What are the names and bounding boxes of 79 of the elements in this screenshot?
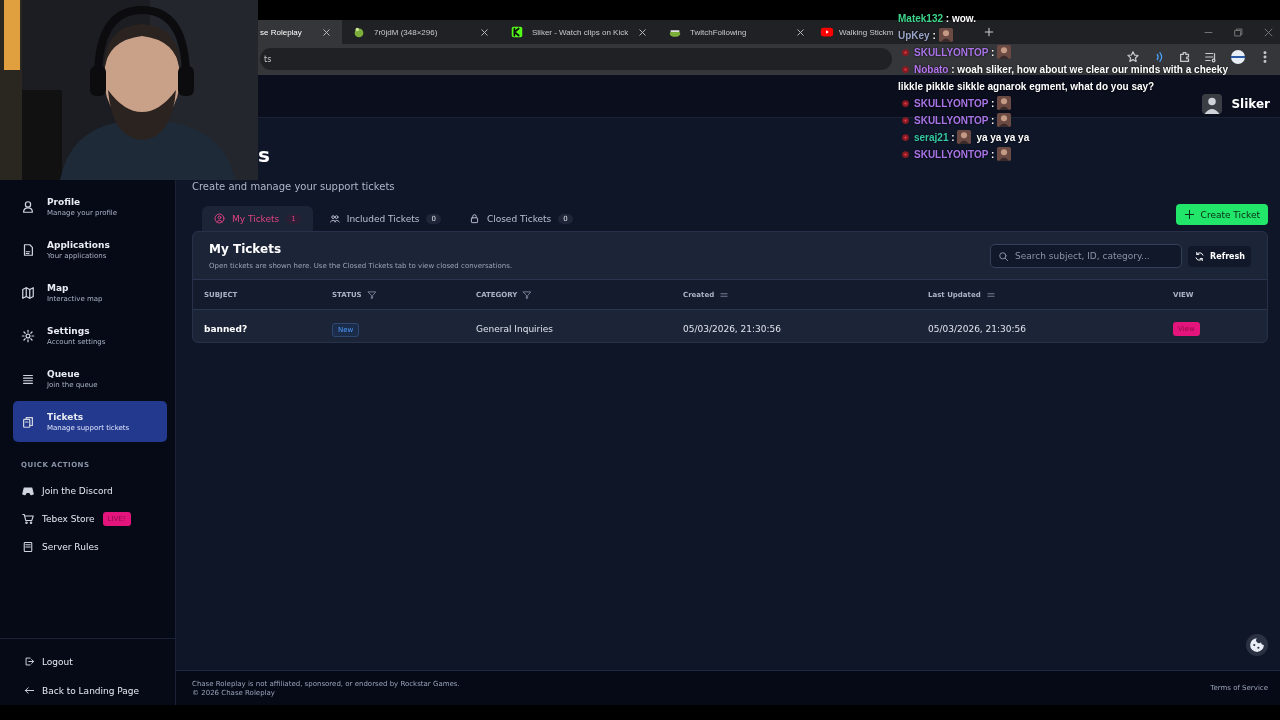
- user-icon: [21, 199, 35, 214]
- media-icon[interactable]: [1204, 50, 1218, 64]
- map-icon: [21, 285, 35, 300]
- browser-tab[interactable]: TwitchFollowing: [658, 20, 816, 44]
- emote-icon: [997, 96, 1012, 110]
- search-field[interactable]: Search subject, ID, category...: [990, 244, 1183, 268]
- ticket-icon: [21, 414, 35, 429]
- table-cell: banned?: [204, 323, 248, 334]
- browser-tab[interactable]: Walking Stickm: [816, 20, 896, 44]
- close-icon[interactable]: [795, 26, 806, 38]
- new-tab-icon[interactable]: [983, 26, 996, 38]
- refresh-icon: [1194, 250, 1206, 262]
- nav-label: Profile: [47, 196, 82, 207]
- nav-label: Queue: [47, 368, 81, 379]
- close-icon[interactable]: [479, 26, 490, 38]
- emote-icon: [957, 130, 972, 144]
- book-icon[interactable]: [22, 541, 34, 553]
- restore-icon[interactable]: [1233, 26, 1244, 38]
- logout-icon[interactable]: [24, 656, 35, 667]
- lock-icon: [468, 213, 480, 224]
- controller-icon[interactable]: [22, 485, 34, 497]
- kick-icon: [510, 25, 524, 39]
- close-icon[interactable]: [1263, 26, 1274, 38]
- extension-icon[interactable]: [1178, 50, 1192, 64]
- chat-message: Nobato : woah sliker, how about we clear our minds with a cheeky likkle pikkle sikkle agnarok egment, what do you say?: [898, 63, 1229, 94]
- star-icon[interactable]: [1126, 50, 1140, 64]
- quick-action-link[interactable]: Tebex Store: [42, 514, 95, 524]
- refresh-button[interactable]: Refresh: [1188, 245, 1251, 267]
- search-icon: [998, 251, 1010, 262]
- user-name: Sliker: [1231, 97, 1270, 111]
- tab-title: TwitchFollowing: [690, 27, 748, 37]
- create-ticket-button[interactable]: Create Ticket: [1175, 204, 1268, 225]
- browser-tab[interactable]: 7r0jdM (348×296): [342, 20, 500, 44]
- nav-label: Tickets: [47, 411, 85, 422]
- filter-icon[interactable]: [522, 289, 533, 300]
- chat-message: Matek132 : wow.: [898, 12, 976, 26]
- chat-message: seraj21 : ya ya ya ya: [898, 129, 1030, 146]
- chat-message: SKULLYONTOP :: [898, 146, 1017, 163]
- filter-icon[interactable]: [366, 289, 377, 300]
- close-icon[interactable]: [637, 26, 648, 38]
- arrow-left-icon[interactable]: [24, 685, 35, 696]
- sidebar-link[interactable]: Logout: [42, 656, 73, 667]
- quick-action-link[interactable]: Join the Discord: [42, 486, 113, 496]
- emote-icon: [997, 113, 1012, 127]
- chat-message: SKULLYONTOP :: [898, 95, 1017, 112]
- tab-title: Walking Stickm: [839, 27, 894, 37]
- plus-icon: [1183, 209, 1195, 220]
- tab-title: se Roleplay: [260, 27, 303, 37]
- document-icon: [21, 242, 35, 257]
- emote-icon: [997, 147, 1012, 161]
- panel-title: My Tickets: [209, 242, 283, 256]
- browser-tab[interactable]: se Roleplay: [258, 20, 342, 44]
- table-cell: 05/03/2026, 21:30:56: [683, 323, 781, 334]
- page-title: s: [258, 142, 270, 169]
- sidebar-link[interactable]: Back to Landing Page: [42, 685, 140, 696]
- nav-label: Map: [47, 282, 70, 293]
- profile-icon[interactable]: [1230, 49, 1246, 65]
- address-bar[interactable]: ts: [260, 48, 892, 70]
- tab-title: Sliker - Watch clips on Kick: [532, 27, 629, 37]
- quick-action-link[interactable]: Server Rules: [42, 542, 99, 552]
- browser-tab[interactable]: Sliker - Watch clips on Kick: [500, 20, 658, 44]
- users-icon: [328, 213, 340, 224]
- settings-icon: [21, 328, 35, 343]
- play-icon: [820, 25, 834, 39]
- close-icon[interactable]: [321, 26, 332, 38]
- nav-label: Settings: [47, 325, 91, 336]
- table-cell: General Inquiries: [476, 323, 554, 334]
- table-cell: 05/03/2026, 21:30:56: [928, 323, 1026, 334]
- emote-icon: [997, 45, 1012, 59]
- nav-label: Applications: [47, 239, 110, 250]
- chat-message: SKULLYONTOP :: [898, 112, 1017, 129]
- chat-message: SKULLYONTOP :: [898, 44, 1017, 61]
- user-icon: [214, 213, 225, 224]
- chat-message: UpKey :: [898, 27, 958, 44]
- avatar-icon: [1202, 94, 1223, 114]
- page-subtitle: Create and manage your support tickets: [192, 181, 395, 192]
- tab-title: 7r0jdM (348×296): [374, 27, 439, 37]
- cart-icon[interactable]: [22, 513, 34, 525]
- cookie-icon[interactable]: [1246, 634, 1268, 656]
